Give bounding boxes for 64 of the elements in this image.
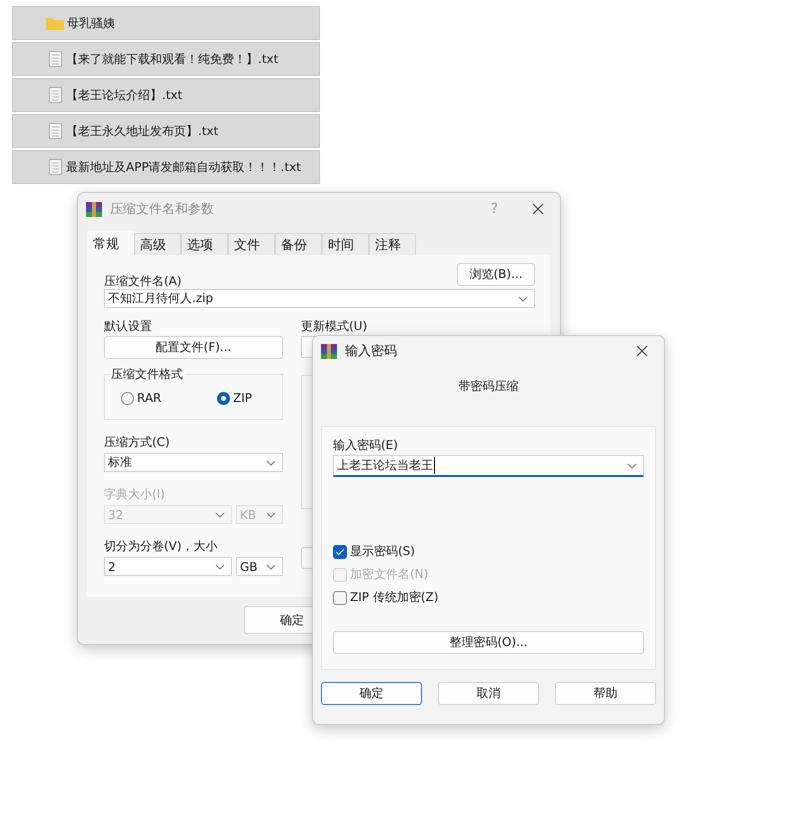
checkbox-label: 显示密码(S) [350, 543, 415, 560]
group-title: 压缩文件格式 [109, 366, 185, 383]
file-row[interactable]: 【老王论坛介绍】.txt [12, 78, 320, 112]
file-row[interactable]: 母乳骚姨 [12, 6, 320, 40]
dialog-subtitle: 带密码压缩 [458, 378, 520, 395]
file-row[interactable]: 最新地址及APP请发邮箱自动获取！！！.txt [12, 150, 320, 184]
window-title: 输入密码 [345, 343, 397, 360]
checkbox[interactable] [333, 590, 347, 604]
field-label: 输入密码(E) [333, 437, 399, 453]
checkbox-label: ZIP 传统加密(Z) [350, 589, 438, 606]
chevron-icon [518, 296, 528, 302]
document-icon [49, 51, 62, 67]
tab[interactable]: 文件 [228, 233, 275, 255]
radio-button[interactable] [121, 392, 134, 404]
browse-button[interactable]: 浏览(B)... [457, 263, 535, 286]
method-field[interactable]: 标准 [104, 453, 283, 472]
window-title: 压缩文件名和参数 [110, 201, 214, 218]
chevron-icon [215, 512, 225, 518]
tab[interactable]: 选项 [181, 233, 228, 255]
file-row[interactable]: 【来了就能下载和观看！纯免费！】.txt [12, 42, 320, 76]
chevron-icon [215, 564, 225, 570]
dialog-button[interactable]: 确定 [321, 682, 422, 705]
file-row[interactable]: 【老王永久地址发布页】.txt [12, 114, 320, 148]
document-icon [49, 123, 62, 139]
field-label: 切分为分卷(V)，大小 [104, 538, 219, 554]
file-name: 【老王永久地址发布页】.txt [66, 122, 218, 140]
field-label: 压缩方式(C) [104, 434, 171, 450]
password-field[interactable]: 上老王论坛当老王 [333, 455, 644, 477]
folder-icon [46, 16, 64, 30]
split-field[interactable]: 2 [104, 557, 232, 576]
close-icon [636, 345, 648, 357]
file-name: 最新地址及APP请发邮箱自动获取！！！.txt [66, 158, 302, 176]
file-name: 【老王论坛介绍】.txt [66, 86, 182, 104]
field-label: 默认设置 [104, 318, 153, 334]
close-icon [532, 203, 544, 215]
chevron-icon [266, 460, 276, 466]
file-name: 【来了就能下载和观看！纯免费！】.txt [66, 50, 278, 68]
tab[interactable]: 注释 [369, 233, 416, 255]
file-name: 母乳骚姨 [67, 14, 115, 32]
chevron-icon [627, 462, 637, 468]
unit-field[interactable]: GB [236, 557, 283, 576]
field-label: 字典大小(I) [104, 486, 166, 502]
tab[interactable]: 时间 [322, 233, 369, 255]
radio-label: RAR [137, 391, 162, 405]
book-stack-icon [86, 202, 102, 216]
filename-field[interactable]: 不知江月待何人.zip [104, 289, 535, 308]
dialog-button[interactable]: 取消 [438, 682, 539, 705]
chevron-icon [266, 564, 276, 570]
chevron-icon [266, 512, 276, 518]
tab[interactable]: 备份 [275, 233, 322, 255]
book-stack-icon [321, 344, 337, 358]
field-label: 更新模式(U) [301, 318, 368, 334]
radio-button[interactable] [217, 392, 230, 404]
checkbox-label: 加密文件名(N) [350, 566, 428, 583]
tab[interactable]: 高级 [134, 233, 181, 255]
profiles-button[interactable]: 配置文件(F)... [104, 336, 283, 359]
checkbox[interactable] [333, 544, 347, 558]
document-icon [49, 87, 62, 103]
organize-passwords-button[interactable]: 整理密码(O)... [333, 631, 644, 654]
tab[interactable]: 常规 [87, 231, 134, 255]
field-label: 压缩文件名(A) [104, 273, 182, 289]
dialog-button[interactable]: 帮助 [555, 682, 656, 705]
radio-label: ZIP [233, 391, 252, 405]
document-icon [49, 159, 62, 175]
